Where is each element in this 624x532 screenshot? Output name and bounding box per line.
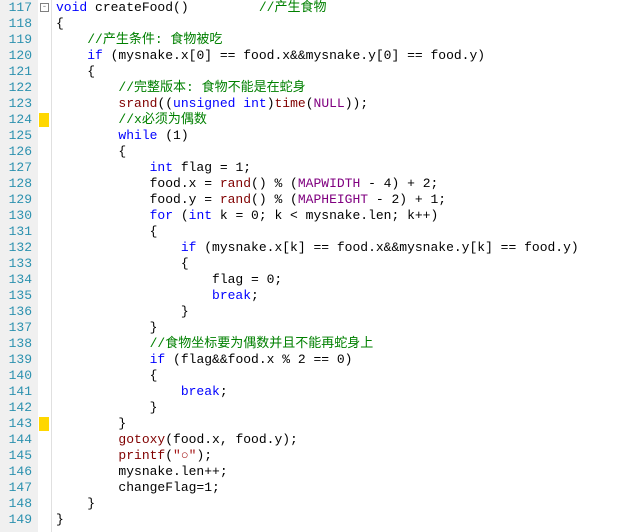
fold-column: - [38,0,52,532]
code-line[interactable]: changeFlag=1; [56,480,624,496]
line-number: 128 [0,176,32,192]
code-line[interactable]: { [56,224,624,240]
code-line[interactable]: while (1) [56,128,624,144]
code-line[interactable]: mysnake.len++; [56,464,624,480]
code-line[interactable]: { [56,64,624,80]
code-line[interactable]: gotoxy(food.x, food.y); [56,432,624,448]
line-number: 137 [0,320,32,336]
code-line[interactable]: int flag = 1; [56,160,624,176]
line-number: 122 [0,80,32,96]
line-number: 123 [0,96,32,112]
code-line[interactable]: break; [56,288,624,304]
line-number: 132 [0,240,32,256]
line-number: 142 [0,400,32,416]
code-line[interactable]: } [56,416,624,432]
code-line[interactable]: for (int k = 0; k < mysnake.len; k++) [56,208,624,224]
code-line[interactable]: //食物坐标要为偶数并且不能再蛇身上 [56,336,624,352]
code-line[interactable]: } [56,304,624,320]
code-line[interactable]: if (mysnake.x[0] == food.x&&mysnake.y[0]… [56,48,624,64]
line-number: 129 [0,192,32,208]
code-line[interactable]: { [56,368,624,384]
line-number: 135 [0,288,32,304]
line-number: 144 [0,432,32,448]
line-number: 121 [0,64,32,80]
line-number: 136 [0,304,32,320]
code-line[interactable]: break; [56,384,624,400]
line-number: 148 [0,496,32,512]
line-marker-icon [39,113,49,127]
line-number: 119 [0,32,32,48]
line-number: 133 [0,256,32,272]
line-number: 143 [0,416,32,432]
fold-toggle-icon[interactable]: - [40,3,49,12]
line-number: 118 [0,16,32,32]
code-line[interactable]: { [56,16,624,32]
line-number: 134 [0,272,32,288]
line-number: 130 [0,208,32,224]
line-number: 139 [0,352,32,368]
code-line[interactable]: } [56,512,624,528]
code-line[interactable]: food.x = rand() % (MAPWIDTH - 4) + 2; [56,176,624,192]
code-line[interactable]: } [56,496,624,512]
line-number: 147 [0,480,32,496]
code-line[interactable]: void createFood() //产生食物 [56,0,624,16]
line-number: 140 [0,368,32,384]
code-line[interactable]: flag = 0; [56,272,624,288]
code-line[interactable]: food.y = rand() % (MAPHEIGHT - 2) + 1; [56,192,624,208]
line-number: 124 [0,112,32,128]
line-number: 131 [0,224,32,240]
line-number: 117 [0,0,32,16]
line-number: 149 [0,512,32,528]
code-line[interactable]: //产生条件: 食物被吃 [56,32,624,48]
line-number-gutter: 1171181191201211221231241251261271281291… [0,0,38,532]
line-number: 126 [0,144,32,160]
line-number: 146 [0,464,32,480]
line-number: 145 [0,448,32,464]
code-line[interactable]: printf("○"); [56,448,624,464]
line-number: 127 [0,160,32,176]
code-line[interactable]: if (mysnake.x[k] == food.x&&mysnake.y[k]… [56,240,624,256]
code-line[interactable]: srand((unsigned int)time(NULL)); [56,96,624,112]
code-line[interactable]: } [56,320,624,336]
code-line[interactable]: { [56,256,624,272]
code-area[interactable]: void createFood() //产生食物{ //产生条件: 食物被吃 i… [52,0,624,532]
code-line[interactable]: //x必须为偶数 [56,112,624,128]
code-line[interactable]: //完整版本: 食物不能是在蛇身 [56,80,624,96]
line-number: 120 [0,48,32,64]
line-number: 125 [0,128,32,144]
line-number: 141 [0,384,32,400]
code-line[interactable]: { [56,144,624,160]
code-line[interactable]: if (flag&&food.x % 2 == 0) [56,352,624,368]
code-editor: 1171181191201211221231241251261271281291… [0,0,624,532]
code-line[interactable]: } [56,400,624,416]
line-number: 138 [0,336,32,352]
line-marker-icon [39,417,49,431]
